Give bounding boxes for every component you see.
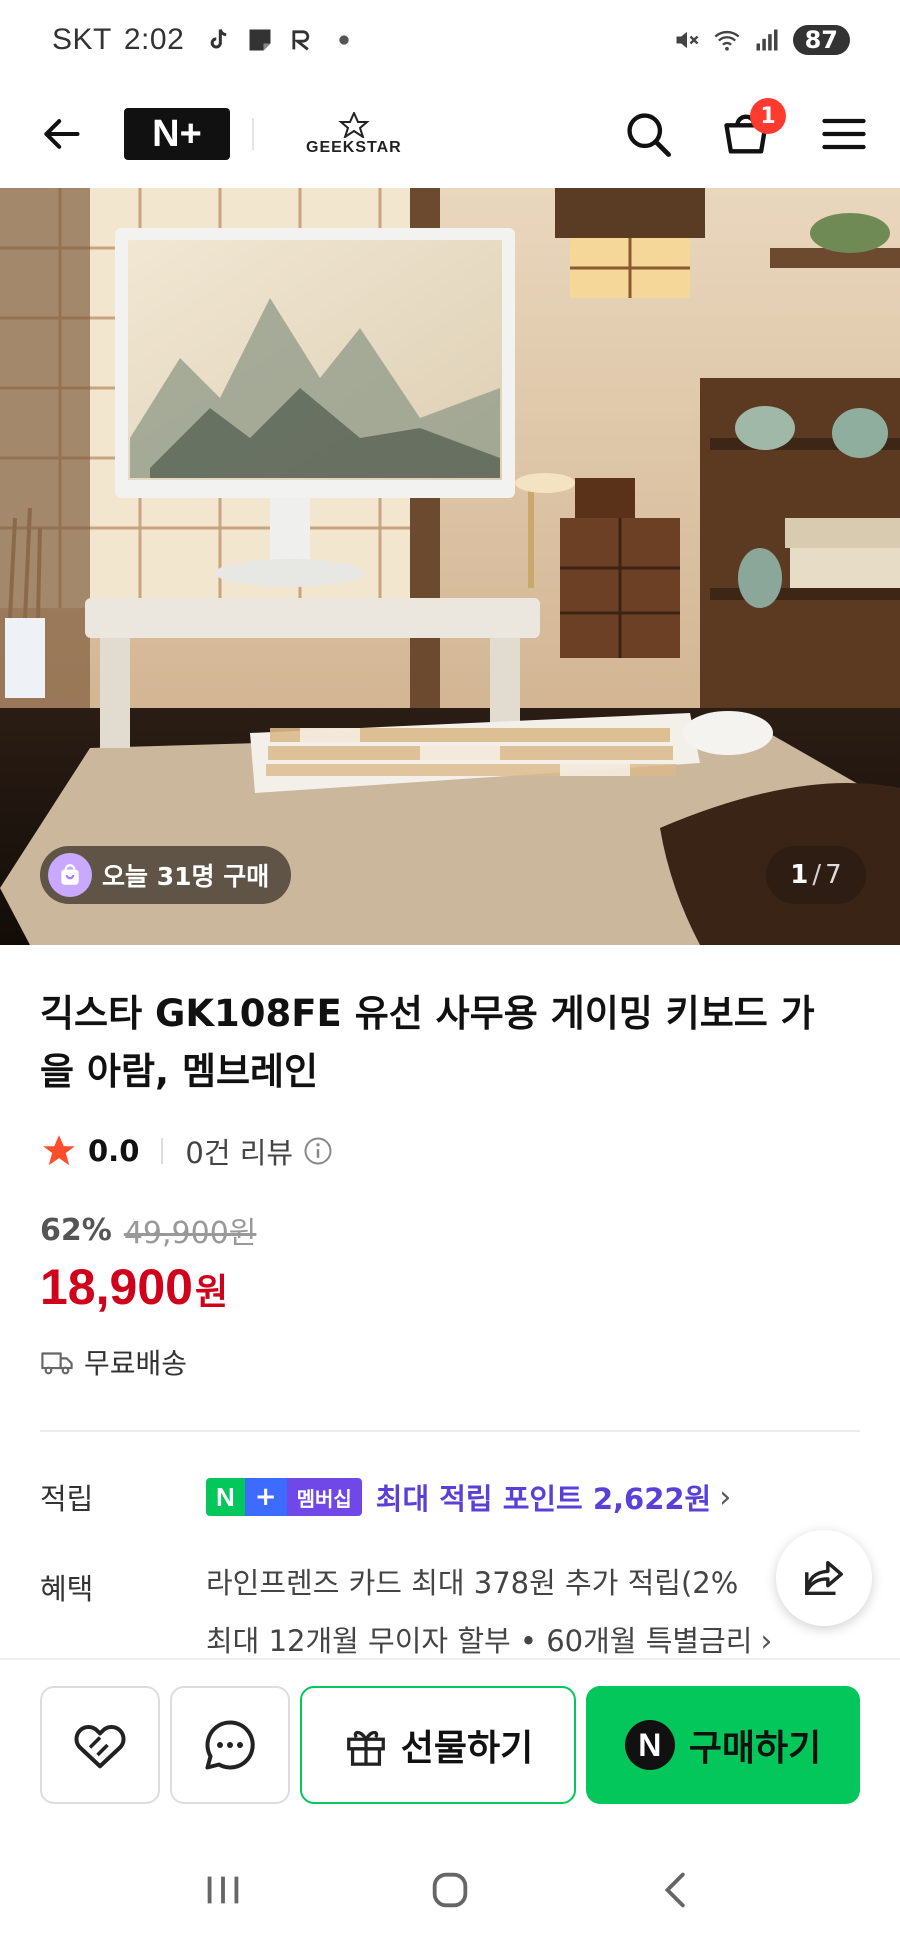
chevron-right-icon: › <box>719 1479 732 1515</box>
mute-icon <box>676 31 698 49</box>
tiktok-icon <box>210 29 227 49</box>
benefit-installment: 최대 12개월 무이자 할부 • 60개월 특별금리 › <box>206 1624 772 1659</box>
status-right: 87 <box>673 25 850 55</box>
dot-icon <box>339 35 349 45</box>
back-button[interactable] <box>38 111 84 157</box>
recent-apps-button[interactable] <box>193 1860 253 1920</box>
buy-label: 구매하기 <box>688 1728 822 1769</box>
product-photo <box>0 188 900 945</box>
chevron-right-icon: › <box>760 1624 773 1659</box>
app-header: N+ GEEKSTAR 1 <box>0 80 900 188</box>
notification-icons <box>204 26 358 54</box>
battery-level: 87 <box>792 25 850 55</box>
original-price: 49,900원 <box>123 1216 257 1251</box>
status-left: SKT 2:02 <box>52 23 358 57</box>
purchase-action-bar: 선물하기 N 구매하기 <box>0 1658 900 1808</box>
buy-button[interactable]: N 구매하기 <box>586 1686 860 1804</box>
star-icon <box>43 1135 75 1166</box>
search-icon <box>627 113 671 157</box>
price-row: 18,900 원 <box>40 1258 228 1316</box>
cart-count-badge: 1 <box>750 98 786 134</box>
home-icon <box>432 1872 468 1908</box>
header-actions: 1 <box>620 98 872 162</box>
shipping-text: 무료배송 <box>84 1347 188 1380</box>
header-divider <box>252 118 254 150</box>
hamburger-menu-icon <box>822 118 866 150</box>
rating-divider <box>161 1138 164 1164</box>
clock: 2:02 <box>123 23 185 56</box>
gift-icon <box>346 1730 385 1766</box>
product-title: 긱스타 GK108FE 유선 사무용 게이밍 키보드 가을 아람, 멤브레인 <box>40 992 815 1093</box>
wifi-icon <box>714 30 740 51</box>
truck-icon <box>41 1352 73 1375</box>
signal-icon <box>756 29 778 51</box>
note-icon <box>249 29 271 51</box>
benefit-installment-text: 최대 12개월 무이자 할부 • 60개월 특별금리 <box>206 1624 753 1658</box>
max-points-text: 최대 적립 포인트 2,622원 <box>375 1482 712 1516</box>
sale-price: 18,900 <box>40 1259 193 1315</box>
review-count-link[interactable]: 0건 리뷰 <box>185 1130 293 1172</box>
brand-logo[interactable]: GEEKSTAR <box>306 111 402 157</box>
system-navigation-bar <box>0 1830 900 1950</box>
gift-button[interactable]: 선물하기 <box>300 1686 576 1804</box>
price-unit: 원 <box>194 1272 229 1313</box>
search-button[interactable] <box>620 106 676 162</box>
shipping-row: 무료배송 <box>40 1342 187 1382</box>
benefit-card-points: 라인프렌즈 카드 최대 378원 추가 적립(2% <box>206 1566 739 1600</box>
nplus-label: N+ <box>152 112 202 155</box>
benefit-row[interactable]: 혜택 라인프렌즈 카드 최대 378원 추가 적립(2% 최대 12개월 무이자… <box>40 1566 772 1659</box>
status-bar: SKT 2:02 87 <box>0 0 900 80</box>
cart-button[interactable]: 1 <box>718 98 786 162</box>
nplus-store-logo[interactable]: N+ <box>124 108 230 160</box>
pager-current: 1 <box>790 860 809 890</box>
membership-badge: N + 멤버십 <box>206 1478 362 1516</box>
badge-n: N <box>206 1478 245 1516</box>
product-image-carousel[interactable]: 오늘 31명 구매 1 / 7 <box>0 188 900 945</box>
badge-plus: + <box>244 1478 287 1516</box>
gift-label: 선물하기 <box>400 1728 534 1769</box>
chevron-left-icon <box>664 1872 685 1908</box>
points-label: 적립 <box>40 1482 94 1516</box>
talktalk-chat-button[interactable] <box>170 1686 290 1804</box>
badge-membership-text: 멤버십 <box>286 1478 362 1516</box>
pager-separator: / <box>812 860 822 890</box>
wishlist-button[interactable] <box>40 1686 160 1804</box>
buyers-today-text: 오늘 31명 구매 <box>102 862 270 891</box>
brand-name: GEEKSTAR <box>306 138 402 156</box>
heart-icon <box>74 1725 126 1769</box>
points-row[interactable]: 적립 N + 멤버십 최대 적립 포인트 2,622원 › <box>40 1476 731 1518</box>
share-icon <box>805 1560 843 1596</box>
share-button[interactable] <box>776 1530 872 1626</box>
pager-total: 7 <box>825 860 842 890</box>
section-divider <box>40 1430 860 1432</box>
naver-pay-n-icon: N <box>624 1720 675 1770</box>
benefit-lines: 라인프렌즈 카드 최대 378원 추가 적립(2% 최대 12개월 무이자 할부… <box>206 1566 772 1659</box>
rating-row: 0.0 0건 리뷰 <box>40 1130 333 1172</box>
recent-apps-icon <box>207 1876 239 1904</box>
geekstar-mark-icon <box>338 111 370 138</box>
shopping-bag-icon <box>48 853 92 897</box>
discount-row: 62% 49,900원 <box>40 1208 256 1252</box>
back-arrow-icon <box>44 119 80 149</box>
image-pager: 1 / 7 <box>766 846 866 904</box>
info-icon[interactable] <box>303 1136 333 1166</box>
discount-rate: 62% <box>40 1212 112 1248</box>
buyers-today-chip: 오늘 31명 구매 <box>40 846 292 904</box>
system-back-button[interactable] <box>647 1860 707 1920</box>
home-button[interactable] <box>420 1860 480 1920</box>
rating-score: 0.0 <box>88 1134 140 1168</box>
chat-bubble-icon <box>205 1720 255 1770</box>
carrier-label: SKT <box>52 23 112 56</box>
menu-button[interactable] <box>816 106 872 162</box>
r-app-icon <box>292 30 310 51</box>
benefit-label: 혜택 <box>40 1572 94 1606</box>
